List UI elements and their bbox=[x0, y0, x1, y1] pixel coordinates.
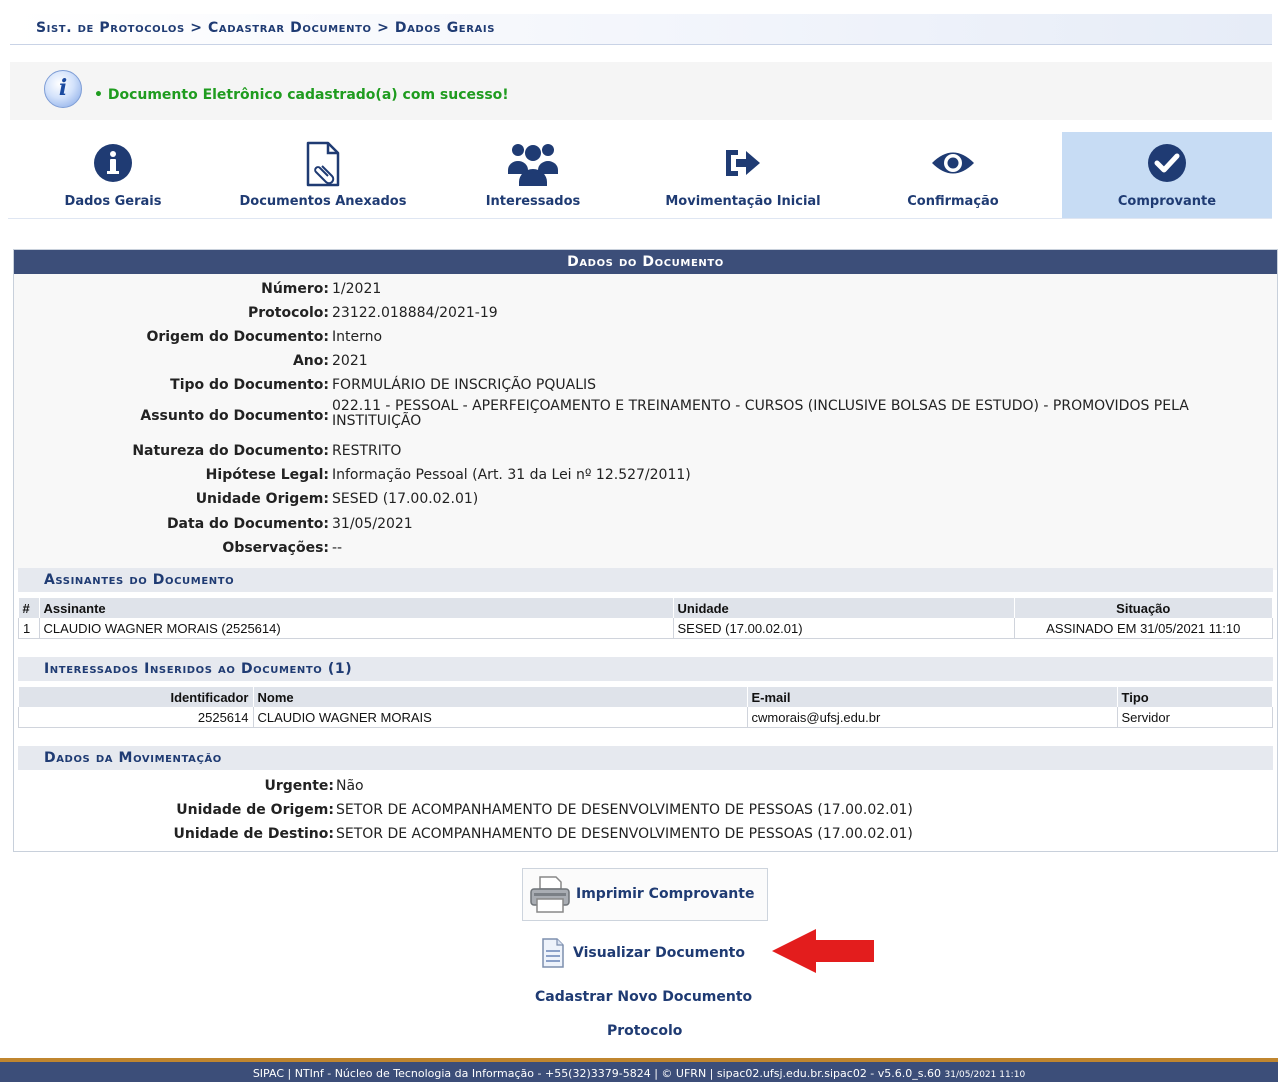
signers-table: # Assinante Unidade Situação 1 CLAUDIO W… bbox=[18, 598, 1273, 639]
success-message-box: i • Documento Eletrônico cadastrado(a) c… bbox=[10, 62, 1272, 120]
step-confirmacao[interactable]: Confirmação bbox=[848, 132, 1058, 218]
section-signers-title: Assinantes do Documento bbox=[18, 568, 1273, 592]
status-badge: ASSINADO EM 31/05/2021 11:10 bbox=[1014, 618, 1273, 639]
protocol-link[interactable]: Protocolo bbox=[607, 1023, 682, 1039]
table-row: 1 CLAUDIO WAGNER MORAIS (2525614) SESED … bbox=[18, 618, 1273, 639]
field-ano: Ano: 2021 bbox=[292, 353, 368, 369]
table-row: 2525614 CLAUDIO WAGNER MORAIS cwmorais@u… bbox=[18, 707, 1273, 728]
document-icon[interactable] bbox=[541, 938, 565, 968]
panel-title: Dados do Documento bbox=[14, 250, 1277, 274]
success-message: • Documento Eletrônico cadastrado(a) com… bbox=[94, 87, 509, 103]
field-unidade-de-origem: Unidade de Origem: SETOR DE ACOMPANHAMENT… bbox=[176, 802, 913, 818]
breadcrumb-text: Sist. de Protocolos > Cadastrar Document… bbox=[36, 20, 495, 36]
table-header: Identificador Nome E-mail Tipo bbox=[18, 687, 1273, 707]
users-icon bbox=[508, 144, 558, 186]
eye-icon bbox=[932, 152, 974, 174]
step-interessados[interactable]: Interessados bbox=[428, 132, 638, 218]
field-observacoes: Observações: -- bbox=[222, 540, 343, 556]
field-urgente: Urgente: Não bbox=[264, 778, 364, 794]
info-circle-icon bbox=[94, 144, 132, 182]
step-label: Confirmação bbox=[907, 194, 999, 209]
step-label: Movimentação Inicial bbox=[665, 194, 821, 209]
step-comprovante[interactable]: Comprovante bbox=[1062, 132, 1272, 218]
check-circle-icon bbox=[1148, 144, 1186, 182]
table-header: # Assinante Unidade Situação bbox=[18, 598, 1273, 618]
step-label: Dados Gerais bbox=[64, 194, 162, 209]
field-numero: Número: 1/2021 bbox=[261, 281, 382, 297]
step-label: Comprovante bbox=[1117, 194, 1217, 209]
view-document-link[interactable]: Visualizar Documento bbox=[573, 945, 745, 961]
footer: SIPAC | NTInf - Núcleo de Tecnologia da … bbox=[0, 1058, 1278, 1082]
print-receipt-label: Imprimir Comprovante bbox=[576, 886, 755, 902]
document-data-panel: Dados do Documento Número: 1/2021 Protoco… bbox=[13, 249, 1278, 852]
field-natureza: Natureza do Documento: RESTRITO bbox=[132, 443, 402, 459]
step-label: Documentos Anexados bbox=[239, 194, 407, 209]
footer-text: SIPAC | NTInf - Núcleo de Tecnologia da … bbox=[252, 1067, 941, 1080]
breadcrumb: Sist. de Protocolos > Cadastrar Document… bbox=[10, 14, 1272, 45]
field-origem: Origem do Documento: Interno bbox=[146, 329, 383, 345]
section-interested-title: Interessados Inseridos ao Documento (1) bbox=[18, 657, 1273, 681]
field-assunto: Assunto do Documento: 022.11 - PESSOAL - … bbox=[140, 398, 1189, 429]
step-dados-gerais[interactable]: Dados Gerais bbox=[8, 132, 218, 218]
info-icon: i bbox=[44, 70, 82, 108]
red-arrow-icon bbox=[772, 929, 874, 973]
document-fields: Número: 1/2021 Protocolo: 23122.018884/202… bbox=[14, 274, 1277, 570]
field-protocolo: Protocolo: 23122.018884/2021-19 bbox=[247, 305, 498, 321]
interested-table: Identificador Nome E-mail Tipo 2525614 C… bbox=[18, 687, 1273, 728]
field-tipo: Tipo do Documento: FORMULÁRIO DE INSCRIÇÃ… bbox=[170, 377, 597, 393]
wizard-steps: Dados Gerais Documentos Anexados Interes… bbox=[8, 132, 1272, 219]
section-movement-title: Dados da Movimentação bbox=[18, 746, 1273, 770]
field-unidade-origem: Unidade Origem: SESED (17.00.02.01) bbox=[195, 491, 479, 507]
new-document-link[interactable]: Cadastrar Novo Documento bbox=[535, 989, 752, 1005]
footer-timestamp: 31/05/2021 11:10 bbox=[944, 1070, 1026, 1080]
step-movimentacao-inicial[interactable]: Movimentação Inicial bbox=[638, 132, 848, 218]
sign-in-icon bbox=[726, 150, 760, 176]
step-documentos-anexados[interactable]: Documentos Anexados bbox=[218, 132, 428, 218]
document-attachment-icon bbox=[306, 141, 340, 187]
field-data: Data do Documento: 31/05/2021 bbox=[166, 516, 413, 532]
print-receipt-button[interactable]: Imprimir Comprovante bbox=[522, 868, 768, 921]
field-unidade-de-destino: Unidade de Destino: SETOR DE ACOMPANHAMEN… bbox=[173, 826, 913, 842]
step-label: Interessados bbox=[485, 194, 581, 209]
field-hipotese-legal: Hipótese Legal: Informação Pessoal (Art. … bbox=[205, 467, 691, 483]
printer-icon bbox=[530, 876, 570, 913]
